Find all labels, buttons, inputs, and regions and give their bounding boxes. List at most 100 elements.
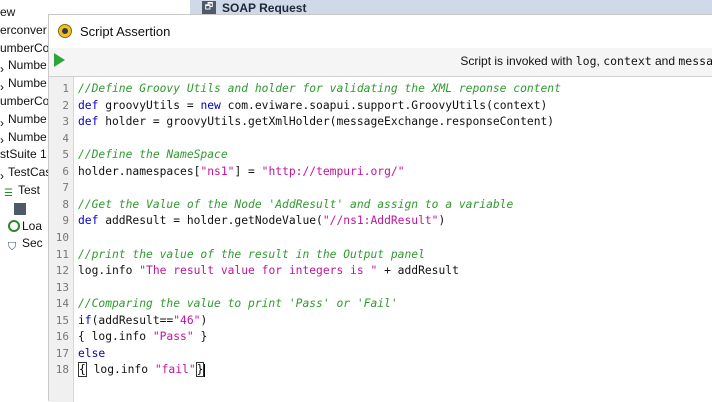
info-prefix: Script is invoked with: [460, 54, 576, 68]
info-message-exchange: messa: [678, 54, 712, 68]
code-line: 16 { log.info "Pass" }: [49, 329, 712, 346]
code-line: 2 def groovyUtils = new com.eviware.soapu…: [49, 98, 712, 115]
tree-item[interactable]: Loa: [8, 217, 42, 235]
code-token: "Pass": [152, 330, 194, 344]
script-invocation-info: Script is invoked with log, context and …: [460, 54, 712, 68]
code-token: "//ns1:AddResult": [322, 214, 439, 228]
tree-item[interactable]: ew: [0, 3, 15, 21]
code-token: {: [78, 362, 87, 378]
code-token: }: [193, 330, 208, 344]
tree-item[interactable]: › Numbe: [0, 56, 47, 77]
code-token: }: [195, 362, 205, 378]
code-text: def addResult = holder.getNodeValue("//n…: [78, 213, 445, 230]
script-editor[interactable]: 1 //Define Groovy Utils and holder for va…: [49, 76, 712, 402]
code-token: log.info: [78, 264, 140, 278]
arrow-icon: ›: [0, 62, 4, 77]
tree-item[interactable]: umberCo: [0, 39, 49, 57]
line-number: 9: [62, 214, 69, 228]
tree-item[interactable]: stSuite 1: [0, 145, 47, 163]
tree-item[interactable]: ☰ Test: [4, 181, 40, 199]
code-token: "The result value for integers is ": [139, 264, 378, 278]
tree-item[interactable]: erconver: [0, 21, 47, 39]
tree-item[interactable]: › Numbe: [0, 110, 47, 130]
code-token: //Get the Value of the Node 'AddResult' …: [78, 197, 514, 211]
code-text: log.info "The result value for integers …: [78, 263, 459, 280]
code-text: //Comparing the value to print 'Pass' or…: [78, 296, 398, 313]
text-caret: [204, 363, 206, 377]
arrow-icon: ›: [0, 169, 4, 184]
line-number: 12: [55, 264, 69, 278]
dialog-title: Script Assertion: [80, 24, 171, 39]
code-token: + addResult: [377, 264, 459, 278]
code-line: 4: [49, 131, 712, 148]
soap-request-icon: 🗗: [202, 1, 216, 14]
code-text: if(addResult=="46"): [78, 313, 207, 330]
code-token: //Define the NameSpace: [78, 148, 228, 162]
code-text: { log.info "Pass" }: [78, 329, 207, 346]
soapui-app-icon: [58, 24, 72, 38]
tree-item[interactable]: ⛉ Sec: [8, 234, 43, 253]
code-text: def groovyUtils = new com.eviware.soapui…: [78, 98, 547, 115]
tree-item-label: Loa: [22, 218, 43, 233]
run-script-button[interactable]: [54, 53, 65, 67]
code-line: 18 { log.info "fail"}: [49, 362, 712, 379]
code-token: else: [78, 346, 106, 360]
code-line: 9 def addResult = holder.getNodeValue("//…: [49, 213, 712, 230]
tree-item[interactable]: › Numbe: [0, 74, 47, 95]
code-token: "fail": [154, 363, 196, 377]
line-number: 5: [62, 148, 69, 162]
tree-item[interactable]: › Numbe: [0, 128, 47, 148]
line-number: 17: [55, 346, 69, 360]
soap-step-icon: [14, 202, 26, 215]
line-number: 13: [55, 280, 69, 294]
line-number: 2: [62, 98, 69, 112]
code-token: "ns1": [200, 164, 235, 178]
code-line: 12 log.info "The result value for integer…: [49, 263, 712, 280]
tree-item[interactable]: [14, 199, 28, 217]
line-number: 8: [62, 197, 69, 211]
code-token: ): [438, 214, 446, 228]
code-line: 17 else: [49, 346, 712, 363]
code-token: def: [78, 214, 99, 228]
code-token: holder = groovyUtils.getXmlHolder(messag…: [98, 115, 555, 129]
code-text: { log.info "fail"}: [78, 362, 206, 379]
tree-item-label: Numbe: [8, 129, 47, 144]
code-token: def: [78, 98, 99, 112]
code-token: "http://tempuri.org/": [261, 164, 405, 178]
code-token: (addResult==: [91, 313, 174, 327]
arrow-icon: ›: [0, 80, 4, 95]
code-line: 11 //print the value of the result in the…: [49, 247, 712, 264]
code-token: "46": [173, 313, 201, 327]
code-line: 5 //Define the NameSpace: [49, 147, 712, 164]
arrow-icon: ›: [0, 115, 4, 130]
code-token: if: [78, 313, 92, 327]
line-number: 3: [62, 115, 69, 129]
code-token: //print the value of the result in the O…: [78, 247, 425, 261]
dialog-titlebar: Script Assertion: [49, 15, 712, 48]
tree-item-label: erconver: [0, 22, 47, 37]
code-text: def holder = groovyUtils.getXmlHolder(me…: [78, 114, 554, 131]
info-and: and: [651, 54, 679, 68]
info-log: log: [575, 54, 597, 68]
code-text: holder.namespaces["ns1"] = "http://tempu…: [78, 164, 405, 181]
arrow-icon: ›: [0, 133, 4, 148]
code-line: 3 def holder = groovyUtils.getXmlHolder(m…: [49, 114, 712, 131]
line-number: 6: [62, 164, 69, 178]
code-line: 10: [49, 230, 712, 247]
code-line: 8 //Get the Value of the Node 'AddResult'…: [49, 197, 712, 214]
tree-item[interactable]: umberCo: [0, 92, 49, 110]
code-line: 1 //Define Groovy Utils and holder for va…: [49, 81, 712, 98]
code-text: //Define Groovy Utils and holder for val…: [78, 81, 561, 98]
tree-item-label: ew: [0, 5, 16, 19]
tree-item-label: Test: [18, 183, 41, 197]
code-line: 13: [49, 280, 712, 297]
code-text: else: [78, 346, 105, 363]
code-token: groovyUtils =: [98, 98, 201, 112]
code-token: //Define Groovy Utils and holder for val…: [78, 82, 561, 95]
tree-item-label: umberCo: [0, 94, 50, 108]
tree-item[interactable]: › TestCas: [0, 163, 51, 184]
line-number: 1: [62, 82, 69, 95]
line-number: 11: [55, 247, 69, 261]
code-token: holder.namespaces[: [78, 164, 201, 178]
code-token: addResult = holder.getNodeValue(: [98, 214, 323, 228]
